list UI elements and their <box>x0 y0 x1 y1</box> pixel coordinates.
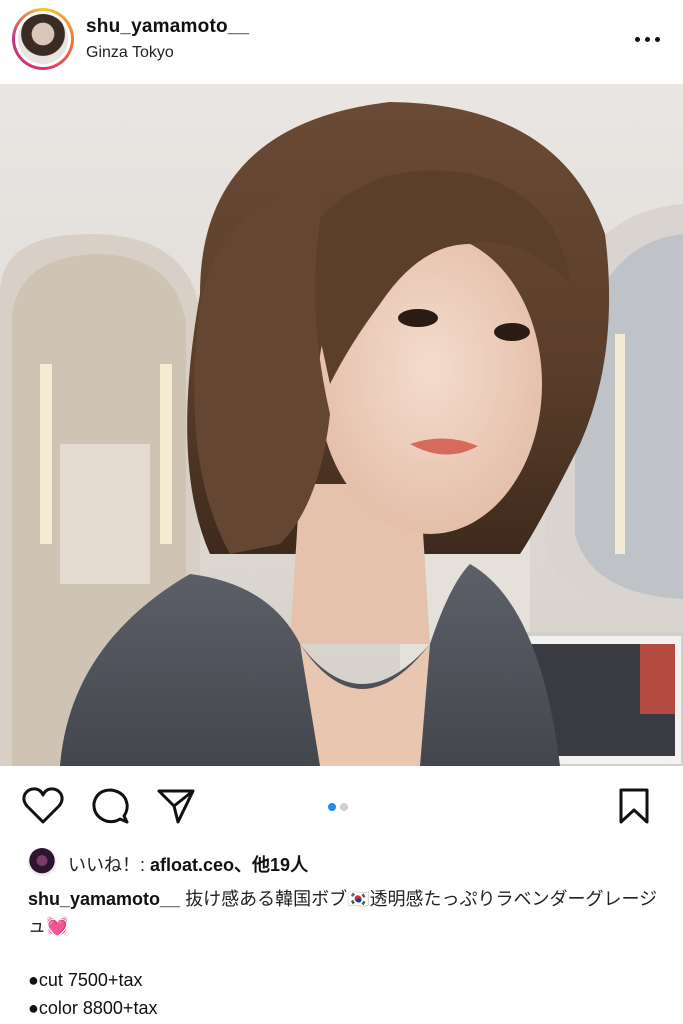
price-cut: ●cut 7500+tax <box>28 970 143 990</box>
post-caption: shu_yamamoto__ 抜け感ある韓国ボブ🇰🇷透明感たっぷりラベンダーグレ… <box>28 886 658 940</box>
avatar-image <box>18 14 68 64</box>
post-location[interactable]: Ginza Tokyo <box>86 44 174 62</box>
bookmark-icon[interactable] <box>616 786 652 826</box>
send-paper-plane-icon[interactable] <box>156 786 196 826</box>
post-actions <box>0 766 683 846</box>
profile-avatar[interactable] <box>12 8 74 70</box>
carousel-dot <box>340 803 348 811</box>
caption-username[interactable]: shu_yamamoto__ <box>28 889 180 909</box>
likes-prefix: いいね！: <box>68 855 151 875</box>
likes-text: いいね！: afloat.ceo、他19人 <box>68 851 308 877</box>
heart-icon[interactable] <box>22 786 64 826</box>
carousel-dot-active <box>328 803 336 811</box>
likes-others[interactable]: 、他19人 <box>234 855 308 875</box>
liker-username[interactable]: afloat.ceo <box>150 855 234 875</box>
post-photo[interactable] <box>0 84 683 766</box>
carousel-indicator <box>328 798 352 816</box>
price-color: ●color 8800+tax <box>28 998 158 1018</box>
more-horizontal-icon[interactable] <box>633 26 663 52</box>
post-username[interactable]: shu_yamamoto__ <box>86 16 249 38</box>
liker-avatar[interactable] <box>28 848 56 876</box>
comment-bubble-icon[interactable] <box>90 786 130 826</box>
post-header: shu_yamamoto__ Ginza Tokyo <box>0 0 683 84</box>
